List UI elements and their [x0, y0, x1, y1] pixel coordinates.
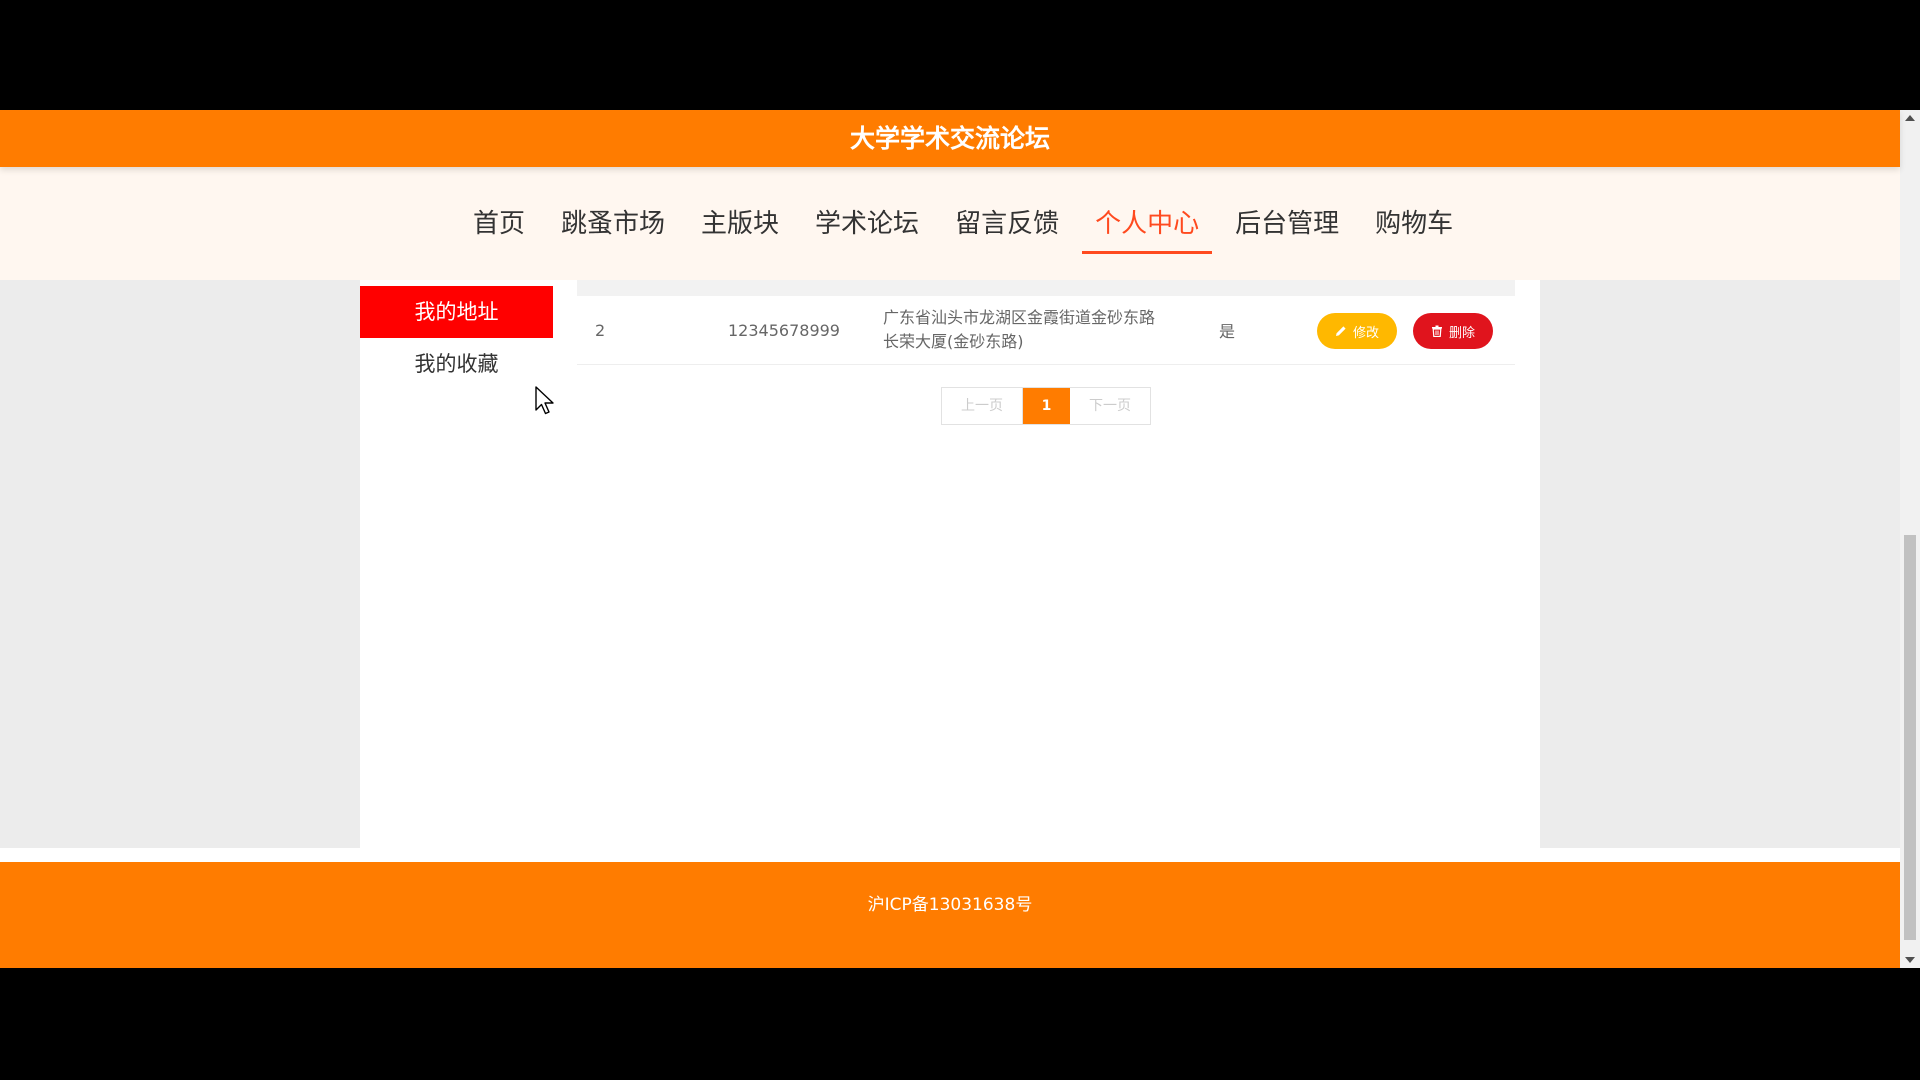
sidebar-menu: 我的地址 我的收藏 — [360, 286, 553, 390]
site-title: 大学学术交流论坛 — [0, 110, 1900, 167]
sidebar-item-my-favorites[interactable]: 我的收藏 — [360, 338, 553, 390]
pencil-icon — [1335, 326, 1346, 336]
page-scrollbar[interactable] — [1900, 110, 1920, 968]
scroll-thumb[interactable] — [1904, 535, 1916, 940]
delete-button[interactable]: 删除 — [1413, 313, 1493, 349]
pagination-current-page[interactable]: 1 — [1023, 388, 1070, 424]
sidebar-item-my-address[interactable]: 我的地址 — [360, 286, 553, 338]
nav-list: 首页 跳蚤市场 主版块 学术论坛 留言反馈 个人中心 后台管理 购物车 — [460, 167, 1476, 280]
content-panel: 我的地址 我的收藏 2 12345678999 广东省汕头市龙湖区金霞街道金砂东… — [360, 280, 1540, 848]
browser-viewport: 大学学术交流论坛 首页 跳蚤市场 主版块 学术论坛 留言反馈 个人中心 后台管理… — [0, 110, 1920, 968]
footer-divider — [0, 848, 1900, 862]
site-footer: 沪ICP备13031638号 — [0, 862, 1900, 968]
delete-button-label: 删除 — [1448, 325, 1475, 341]
nav-item-flea-market[interactable]: 跳蚤市场 — [548, 194, 678, 254]
table-header — [577, 280, 1515, 296]
pagination-next[interactable]: 下一页 — [1070, 388, 1150, 424]
scroll-down-icon[interactable] — [1900, 952, 1920, 968]
edit-button-label: 修改 — [1352, 325, 1379, 341]
edit-button[interactable]: 修改 — [1317, 313, 1397, 349]
nav-item-admin[interactable]: 后台管理 — [1222, 194, 1352, 254]
icp-number: 沪ICP备13031638号 — [867, 895, 1033, 915]
pagination: 上一页 1 下一页 — [941, 387, 1151, 425]
scroll-up-icon[interactable] — [1900, 110, 1920, 126]
mouse-cursor-icon — [535, 386, 557, 420]
pagination-prev[interactable]: 上一页 — [942, 388, 1023, 424]
nav-item-home[interactable]: 首页 — [460, 194, 538, 254]
cell-address: 广东省汕头市龙湖区金霞街道金砂东路 长荣大厦(金砂东路) — [883, 296, 1183, 364]
nav-item-academic-forum[interactable]: 学术论坛 — [802, 194, 932, 254]
cell-default: 是 — [1219, 322, 1236, 341]
address-line-2: 长荣大厦(金砂东路) — [883, 332, 1024, 351]
nav-item-feedback[interactable]: 留言反馈 — [942, 194, 1072, 254]
table-row: 2 12345678999 广东省汕头市龙湖区金霞街道金砂东路 长荣大厦(金砂东… — [577, 296, 1515, 365]
cell-id: 2 — [595, 320, 606, 340]
main-nav: 首页 跳蚤市场 主版块 学术论坛 留言反馈 个人中心 后台管理 购物车 — [0, 167, 1900, 280]
address-line-1: 广东省汕头市龙湖区金霞街道金砂东路 — [883, 308, 1156, 327]
nav-item-main-board[interactable]: 主版块 — [688, 194, 792, 254]
nav-item-personal-center[interactable]: 个人中心 — [1082, 194, 1213, 254]
trash-icon — [1431, 325, 1442, 337]
nav-item-cart[interactable]: 购物车 — [1362, 194, 1466, 254]
cell-phone: 12345678999 — [728, 320, 840, 340]
